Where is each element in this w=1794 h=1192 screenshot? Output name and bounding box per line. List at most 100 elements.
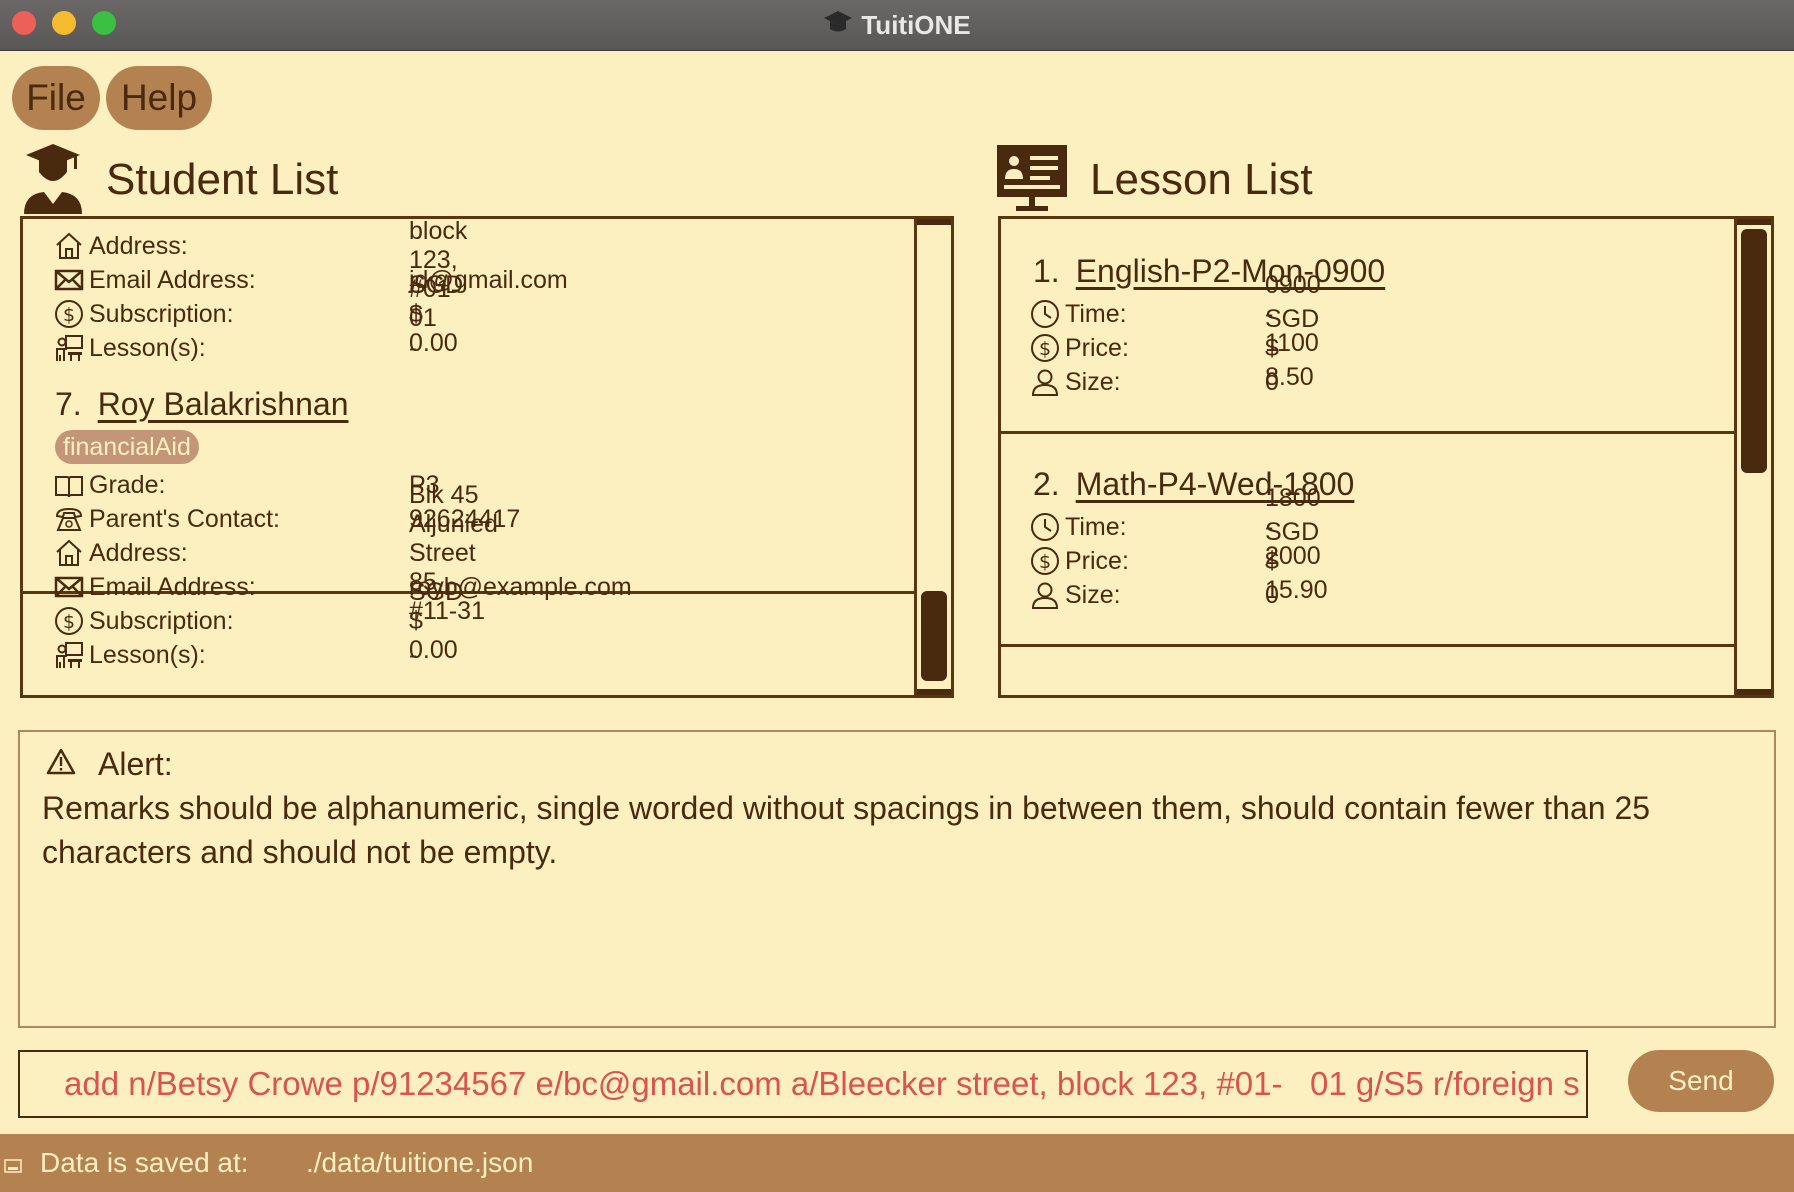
field-label: Subscription: (89, 606, 234, 635)
field-label: Address: (89, 231, 188, 260)
lesson-list-scrollbar[interactable] (1734, 219, 1771, 695)
status-path: ./data/tuitione.json (306, 1147, 534, 1178)
field-label: Time: (1065, 512, 1127, 541)
presentation-board-icon (996, 143, 1068, 218)
svg-text:$: $ (1039, 551, 1051, 573)
student-card[interactable]: 7. Roy Balakrishnan financialAid Grade: P… (23, 374, 917, 694)
lesson-card[interactable]: 2. Math-P4-Wed-1800 Time: 1800 - 2000 $ P… (1001, 434, 1737, 647)
lesson-list-title: Lesson List (1090, 155, 1313, 204)
lesson-index: 1. (1033, 253, 1060, 289)
lesson-field-row: $ Price: SGD $ 8.50 (1029, 305, 1319, 391)
field-label: Grade: (89, 470, 166, 499)
command-input[interactable]: add n/Betsy Crowe p/91234567 e/bc@gmail.… (18, 1050, 1588, 1118)
student-field-row: Address: Blk 45 Aljunied Street 85, #11-… (53, 481, 498, 625)
lesson-field-row: Time: 0900 - 1100 (1029, 271, 1321, 357)
window-title: TuitiONE (861, 9, 971, 40)
lesson-name: English-P2-Mon-0900 (1075, 253, 1386, 289)
command-input-text[interactable]: add n/Betsy Crowe p/91234567 e/bc@gmail.… (64, 1052, 1580, 1116)
student-list-header: Student List (22, 142, 338, 218)
scrollbar-bottom-cap (1737, 689, 1771, 695)
field-label: Email Address: (89, 265, 256, 294)
window-title-container: TuitiONE (0, 0, 1794, 50)
field-label: Size: (1065, 367, 1121, 396)
envelope-icon (53, 571, 85, 603)
lesson-list-header: Lesson List (996, 142, 1313, 218)
window-titlebar: TuitiONE (0, 0, 1794, 51)
lesson-index: 2. (1033, 466, 1060, 502)
student-name: Roy Balakrishnan (97, 386, 349, 422)
scrollbar-top-cap (917, 219, 951, 225)
student-field-row: $ Subscription: SGD $ 0.00 (53, 271, 463, 357)
alert-header: Alert: (46, 746, 173, 783)
alert-box: Alert: Remarks should be alphanumeric, s… (18, 730, 1776, 1028)
student-field-row: Lesson(s): - (53, 638, 417, 672)
field-label: Size: (1065, 580, 1121, 609)
student-list-panel[interactable]: Address: John street, block 123, #01-01 … (20, 216, 954, 698)
student-scroll-thumb[interactable] (921, 591, 947, 681)
status-label: Data is saved at: (40, 1147, 249, 1178)
svg-text:$: $ (63, 304, 75, 326)
student-field-row: Address: John street, block 123, #01-01 (53, 219, 467, 332)
svg-text:$: $ (1039, 338, 1051, 360)
field-label: Price: (1065, 333, 1129, 362)
field-label: Parent's Contact: (89, 504, 280, 533)
send-button[interactable]: Send (1628, 1050, 1774, 1112)
house-icon (53, 230, 85, 262)
clock-icon (1029, 511, 1061, 543)
person-icon (1029, 579, 1061, 611)
menu-help[interactable]: Help (106, 66, 212, 130)
person-icon (1029, 366, 1061, 398)
envelope-icon (53, 264, 85, 296)
field-value: 0 (1265, 367, 1279, 396)
dollar-icon: $ (53, 298, 85, 330)
alert-message: Remarks should be alphanumeric, single w… (42, 790, 1651, 870)
student-field-row: Parent's Contact: 92624417 (53, 502, 520, 536)
lesson-card-title: 1. English-P2-Mon-0900 (1033, 253, 1385, 290)
save-icon (4, 1158, 22, 1179)
phone-icon (53, 503, 85, 535)
student-tag: financialAid (55, 430, 199, 464)
field-value: - (409, 333, 418, 362)
student-field-row: Lesson(s): - (53, 331, 417, 365)
student-index: 7. (55, 386, 82, 422)
lesson-list-panel[interactable]: 1. English-P2-Mon-0900 Time: 0900 - 1100 … (998, 216, 1774, 698)
lesson-card[interactable]: 1. English-P2-Mon-0900 Time: 0900 - 1100 … (1001, 219, 1737, 434)
field-label: Address: (89, 538, 188, 567)
field-label: Email Address: (89, 572, 256, 601)
lesson-field-row: $ Price: SGD $ 15.90 (1029, 518, 1328, 604)
dollar-icon: $ (1029, 332, 1061, 364)
alert-label: Alert: (98, 746, 173, 782)
lesson-field-row: Size: 0 (1029, 578, 1279, 612)
lesson-scroll-thumb[interactable] (1741, 229, 1767, 473)
scrollbar-bottom-cap (917, 689, 951, 695)
student-field-row: Email Address: royb@example.com (53, 570, 632, 604)
status-bar: Data is saved at: ./data/tuitione.json (0, 1134, 1794, 1192)
lesson-field-row: Time: 1800 - 2000 (1029, 484, 1321, 570)
dollar-icon: $ (1029, 545, 1061, 577)
dollar-icon: $ (53, 605, 85, 637)
lesson-icon (53, 332, 85, 364)
graduate-icon (22, 142, 84, 219)
lesson-field-row: Size: 0 (1029, 365, 1279, 399)
lesson-icon (53, 639, 85, 671)
warning-icon (46, 746, 76, 783)
student-field-row: Email Address: jd@gmail.com (53, 263, 568, 297)
svg-text:$: $ (63, 611, 75, 633)
field-label: Subscription: (89, 299, 234, 328)
book-icon (53, 469, 85, 501)
clock-icon (1029, 298, 1061, 330)
student-list-scrollbar[interactable] (914, 219, 951, 695)
field-label: Price: (1065, 546, 1129, 575)
field-value: - (409, 640, 418, 669)
house-icon (53, 537, 85, 569)
field-label: Time: (1065, 299, 1127, 328)
field-label: Lesson(s): (89, 640, 206, 669)
student-field-row: Grade: P3 (53, 468, 440, 502)
graduation-cap-icon (823, 9, 853, 42)
scrollbar-top-cap (1737, 219, 1771, 225)
student-card-title: 7. Roy Balakrishnan (55, 386, 348, 423)
field-label: Lesson(s): (89, 333, 206, 362)
student-field-row: $ Subscription: SGD $ 0.00 (53, 578, 463, 664)
menu-file[interactable]: File (12, 66, 100, 130)
field-value: 0 (1265, 580, 1279, 609)
